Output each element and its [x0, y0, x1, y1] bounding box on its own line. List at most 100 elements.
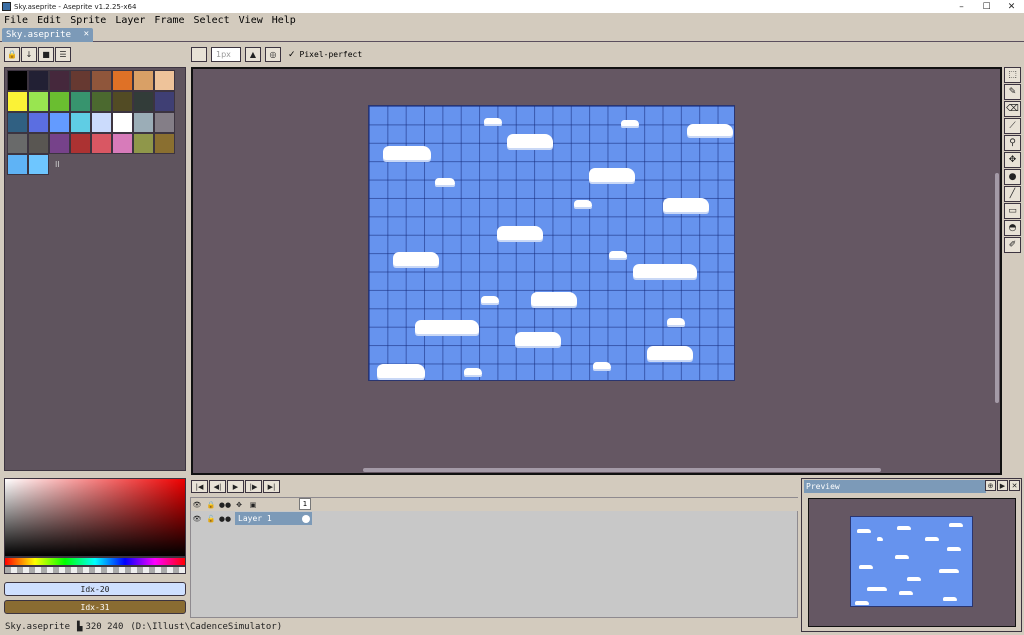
- lock-header-icon[interactable]: 🔒: [205, 499, 217, 511]
- palette-swatch[interactable]: [28, 133, 49, 154]
- palette-swatch[interactable]: [70, 133, 91, 154]
- palette-swatch[interactable]: [7, 133, 28, 154]
- palette-swatch[interactable]: [70, 112, 91, 133]
- frame-header-1[interactable]: 1: [299, 498, 311, 510]
- tab-sky-aseprite[interactable]: Sky.aseprite ✕: [2, 28, 93, 42]
- menu-help[interactable]: Help: [272, 15, 296, 26]
- palette-swatch[interactable]: [91, 91, 112, 112]
- palette-swatch[interactable]: [91, 133, 112, 154]
- preview-play-button[interactable]: ▶: [997, 480, 1008, 491]
- palette-swatch[interactable]: [112, 133, 133, 154]
- layer-visibility-icon[interactable]: 👁: [191, 513, 203, 525]
- move-tool-icon[interactable]: ✥: [1004, 152, 1021, 168]
- symmetry-icon[interactable]: ◎: [265, 47, 281, 62]
- layer-lock-icon[interactable]: 🔓: [205, 513, 217, 525]
- layer-options-icon[interactable]: ▣: [247, 499, 259, 511]
- palette-swatch[interactable]: [154, 133, 175, 154]
- palette-options-icon[interactable]: ☰: [55, 47, 71, 62]
- vertical-scrollbar[interactable]: [995, 173, 999, 403]
- palette-swatch[interactable]: [70, 91, 91, 112]
- menu-view[interactable]: View: [239, 15, 263, 26]
- horizontal-scrollbar[interactable]: [363, 468, 881, 472]
- rectangle-tool-icon[interactable]: ▭: [1004, 203, 1021, 219]
- zoom-tool-icon[interactable]: ⚲: [1004, 135, 1021, 151]
- layer-continuous-icon[interactable]: ●●: [219, 513, 231, 525]
- sprite-canvas[interactable]: [368, 105, 735, 381]
- preview-close-button[interactable]: ✕: [1009, 480, 1020, 491]
- layer-row[interactable]: 👁 🔓 ●● Layer 1: [191, 512, 799, 525]
- palette-swatch[interactable]: [112, 91, 133, 112]
- menu-select[interactable]: Select: [194, 15, 230, 26]
- brush-size-field[interactable]: 1px: [211, 47, 241, 62]
- presets-palette-icon[interactable]: ■: [38, 47, 54, 62]
- palette-swatch[interactable]: [7, 70, 28, 91]
- palette-swatch[interactable]: [49, 70, 70, 91]
- tab-close-icon[interactable]: ✕: [84, 29, 89, 39]
- palette-swatch[interactable]: [154, 112, 175, 133]
- play-button[interactable]: ▶: [227, 480, 244, 493]
- minimize-button[interactable]: –: [949, 0, 974, 13]
- palette-swatch[interactable]: [28, 70, 49, 91]
- alpha-slider[interactable]: [4, 566, 186, 574]
- layer-name[interactable]: Layer 1: [235, 512, 299, 525]
- palette-swatch[interactable]: [49, 133, 70, 154]
- menu-edit[interactable]: Edit: [37, 15, 61, 26]
- editor-canvas[interactable]: [191, 67, 1002, 475]
- palette-swatch[interactable]: [112, 112, 133, 133]
- preview-center-button[interactable]: ⊕: [985, 480, 996, 491]
- palette-swatch[interactable]: [154, 91, 175, 112]
- first-frame-button[interactable]: |◀: [191, 480, 208, 493]
- marquee-tool-icon[interactable]: ⬚: [1004, 67, 1021, 83]
- palette-swatch[interactable]: [91, 112, 112, 133]
- palette-swatch[interactable]: [112, 70, 133, 91]
- palette-swatch[interactable]: [28, 112, 49, 133]
- pencil-tool-icon[interactable]: ✎: [1004, 84, 1021, 100]
- hue-slider[interactable]: [4, 557, 186, 566]
- brush-type-button[interactable]: [191, 47, 207, 62]
- timeline-body: 👁 🔒 ●● ✥ ▣ 1 👁 🔓 ●● Layer 1: [190, 497, 799, 618]
- previous-frame-button[interactable]: ◀|: [209, 480, 226, 493]
- menu-layer[interactable]: Layer: [115, 15, 145, 26]
- color-spectrum-picker[interactable]: [4, 478, 186, 557]
- palette-swatch[interactable]: [70, 70, 91, 91]
- lock-palette-icon[interactable]: 🔒: [4, 47, 20, 62]
- palette-swatch[interactable]: [133, 133, 154, 154]
- sort-palette-icon[interactable]: ↓: [21, 47, 37, 62]
- menu-frame[interactable]: Frame: [154, 15, 184, 26]
- palette-swatch[interactable]: [7, 91, 28, 112]
- maximize-button[interactable]: ☐: [974, 0, 999, 13]
- palette-swatch[interactable]: [133, 112, 154, 133]
- menu-file[interactable]: File: [4, 15, 28, 26]
- last-frame-button[interactable]: ▶|: [263, 480, 280, 493]
- visibility-header-icon[interactable]: 👁: [191, 499, 203, 511]
- palette-swatch[interactable]: [28, 91, 49, 112]
- palette-swatch[interactable]: [7, 154, 28, 175]
- pixel-perfect-checkbox[interactable]: ✓: [288, 50, 296, 60]
- preview-canvas[interactable]: [808, 498, 1016, 627]
- line-tool-icon[interactable]: ╱: [1004, 186, 1021, 202]
- eyedropper-tool-icon[interactable]: ⟋: [1004, 118, 1021, 134]
- close-window-button[interactable]: ✕: [999, 0, 1024, 13]
- background-color-button[interactable]: Idx-31: [4, 600, 186, 614]
- foreground-color-button[interactable]: Idx-20: [4, 582, 186, 596]
- palette-swatch[interactable]: [49, 91, 70, 112]
- palette-swatch[interactable]: [91, 70, 112, 91]
- menu-sprite[interactable]: Sprite: [70, 15, 106, 26]
- ink-type-icon[interactable]: ▲: [245, 47, 261, 62]
- blur-tool-icon[interactable]: ✐: [1004, 237, 1021, 253]
- continuous-header-icon[interactable]: ●●: [219, 499, 231, 511]
- eraser-tool-icon[interactable]: ⌫: [1004, 101, 1021, 117]
- cel-frame-1[interactable]: [299, 512, 312, 525]
- palette-resize-handle[interactable]: II: [55, 160, 60, 169]
- next-frame-button[interactable]: |▶: [245, 480, 262, 493]
- palette-swatch[interactable]: [28, 154, 49, 175]
- palette-swatch[interactable]: [7, 112, 28, 133]
- contour-tool-icon[interactable]: ◓: [1004, 220, 1021, 236]
- palette-swatch[interactable]: [133, 91, 154, 112]
- fill-tool-icon[interactable]: ●: [1004, 169, 1021, 185]
- onion-skin-icon[interactable]: ✥: [233, 499, 245, 511]
- palette-swatch[interactable]: [154, 70, 175, 91]
- cloud: [589, 168, 635, 182]
- palette-swatch[interactable]: [133, 70, 154, 91]
- palette-swatch[interactable]: [49, 112, 70, 133]
